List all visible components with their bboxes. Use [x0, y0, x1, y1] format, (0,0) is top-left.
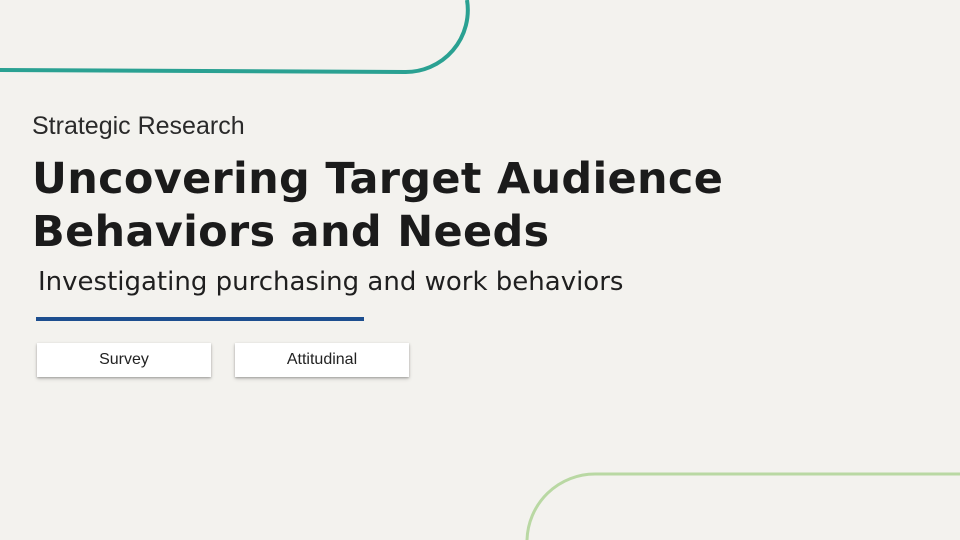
slide-title: Uncovering Target Audience Behaviors and…	[32, 154, 724, 257]
tag-label: Attitudinal	[286, 351, 358, 368]
tag-label: Survey	[99, 351, 149, 368]
bottom-green-arc	[525, 472, 960, 540]
eyebrow-label: Strategic Research	[32, 112, 245, 140]
tag-survey: Survey	[37, 343, 211, 377]
slide-subtitle: Investigating purchasing and work behavi…	[38, 267, 624, 297]
top-teal-arc	[0, 0, 470, 75]
accent-underline	[36, 317, 364, 321]
tag-attitudinal: Attitudinal	[235, 343, 409, 377]
